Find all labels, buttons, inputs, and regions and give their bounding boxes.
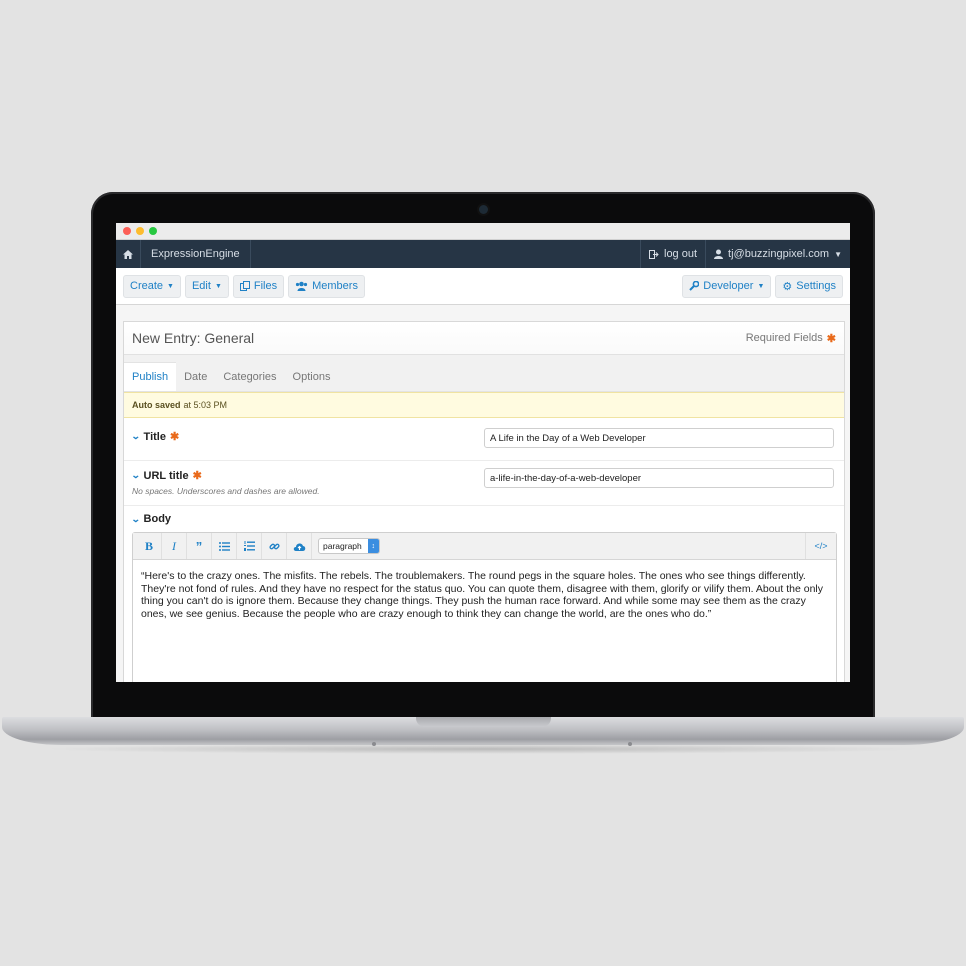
- laptop-notch: [416, 717, 551, 727]
- logout-label: log out: [664, 248, 698, 260]
- minimize-window-button[interactable]: [136, 227, 144, 235]
- required-fields-label: Required Fields: [745, 332, 823, 344]
- autosave-strong: Auto saved: [132, 400, 181, 410]
- url-title-label: URL title: [143, 469, 189, 482]
- top-navbar: ExpressionEngine log out tj@buzzingpixel…: [116, 240, 850, 268]
- chevron-down-icon: ⌄: [130, 470, 141, 480]
- tab-categories[interactable]: Categories: [215, 363, 284, 391]
- tab-options[interactable]: Options: [285, 363, 339, 391]
- logout-link[interactable]: log out: [640, 240, 705, 268]
- developer-menu-button[interactable]: Developer ▼: [682, 274, 772, 298]
- entry-panel: New Entry: General Required Fields ✱ Pub…: [123, 321, 845, 682]
- body-textarea[interactable]: “Here's to the crazy ones. The misfits. …: [133, 560, 836, 630]
- files-label: Files: [253, 280, 278, 292]
- user-icon: [714, 249, 724, 259]
- title-field: ⌄ Title ✱ A Life in the Day of a Web Dev…: [124, 418, 844, 461]
- panel-header: New Entry: General Required Fields ✱: [124, 322, 844, 355]
- settings-label: Settings: [796, 280, 836, 292]
- title-input[interactable]: A Life in the Day of a Web Developer: [484, 428, 834, 448]
- main-toolbar: Create ▼ Edit ▼ Files Members Developer …: [116, 268, 850, 305]
- quote-icon[interactable]: ”: [187, 533, 212, 559]
- home-icon: [123, 249, 133, 259]
- edit-label: Edit: [191, 280, 211, 292]
- members-label: Members: [312, 280, 358, 292]
- required-fields-note: Required Fields ✱: [746, 332, 836, 345]
- wrench-icon: [689, 281, 700, 291]
- bold-icon[interactable]: B: [137, 533, 162, 559]
- user-email: tj@buzzingpixel.com: [728, 248, 830, 260]
- source-code-icon[interactable]: </>: [805, 533, 836, 559]
- upload-icon[interactable]: [287, 533, 312, 559]
- settings-button[interactable]: ⚙ Settings: [775, 274, 843, 298]
- tab-date[interactable]: Date: [176, 363, 215, 391]
- maximize-window-button[interactable]: [149, 227, 157, 235]
- files-icon: [239, 281, 250, 291]
- page-title: New Entry: General: [132, 330, 255, 346]
- url-title-field-label[interactable]: ⌄ URL title ✱: [130, 469, 202, 483]
- chevron-down-icon: ⌄: [130, 431, 141, 441]
- link-icon[interactable]: [262, 533, 287, 559]
- italic-icon[interactable]: I: [162, 533, 187, 559]
- chevron-down-icon: ▼: [757, 282, 765, 290]
- bullet-list-icon[interactable]: [212, 533, 237, 559]
- select-arrows-icon: ↕: [367, 539, 379, 553]
- gear-icon: ⚙: [782, 280, 793, 293]
- home-button[interactable]: [116, 240, 141, 268]
- chevron-down-icon: ▼: [167, 282, 174, 290]
- camera: [479, 205, 488, 214]
- body-field-label[interactable]: ⌄ Body: [130, 513, 172, 525]
- format-select-value: paragraph: [323, 541, 362, 551]
- url-title-note: No spaces. Underscores and dashes are al…: [132, 486, 320, 496]
- required-star-icon: ✱: [192, 470, 202, 482]
- body-editor: B I ” paragraph ↕ </> “Here's to the cra…: [132, 532, 837, 682]
- url-title-input[interactable]: a-life-in-the-day-of-a-web-developer: [484, 468, 834, 488]
- user-menu[interactable]: tj@buzzingpixel.com ▼: [705, 240, 850, 268]
- create-menu-button[interactable]: Create ▼: [123, 274, 181, 298]
- files-button[interactable]: Files: [232, 274, 285, 298]
- format-select[interactable]: paragraph ↕: [318, 538, 380, 554]
- entry-tabs: Publish Date Categories Options: [124, 355, 844, 392]
- create-label: Create: [130, 280, 164, 292]
- required-star-icon: ✱: [169, 431, 180, 443]
- autosave-alert: Auto saved at 5:03 PM: [124, 392, 844, 418]
- required-star-icon: ✱: [826, 332, 836, 345]
- chevron-down-icon: ▼: [214, 282, 222, 290]
- screen: ExpressionEngine log out tj@buzzingpixel…: [116, 223, 850, 682]
- title-field-label[interactable]: ⌄ Title ✱: [130, 430, 180, 444]
- laptop-shadow: [40, 744, 926, 754]
- tab-publish[interactable]: Publish: [124, 362, 177, 391]
- ordered-list-icon[interactable]: [237, 533, 262, 559]
- url-title-field: ⌄ URL title ✱ No spaces. Underscores and…: [124, 461, 844, 506]
- window-titlebar: [116, 223, 850, 240]
- editor-toolbar: B I ” paragraph ↕ </>: [133, 533, 836, 560]
- chevron-down-icon: ▼: [834, 249, 842, 259]
- laptop-foot: [628, 742, 632, 746]
- edit-menu-button[interactable]: Edit ▼: [184, 274, 229, 298]
- autosave-time: at 5:03 PM: [183, 400, 228, 410]
- members-button[interactable]: Members: [288, 274, 365, 298]
- developer-label: Developer: [703, 280, 754, 292]
- body-label: Body: [143, 513, 172, 525]
- logout-icon: [649, 249, 659, 259]
- close-window-button[interactable]: [123, 227, 131, 235]
- laptop-foot: [372, 742, 376, 746]
- members-icon: [296, 281, 308, 291]
- brand-name[interactable]: ExpressionEngine: [141, 240, 251, 268]
- title-label: Title: [143, 430, 166, 443]
- chevron-down-icon: ⌄: [130, 513, 141, 524]
